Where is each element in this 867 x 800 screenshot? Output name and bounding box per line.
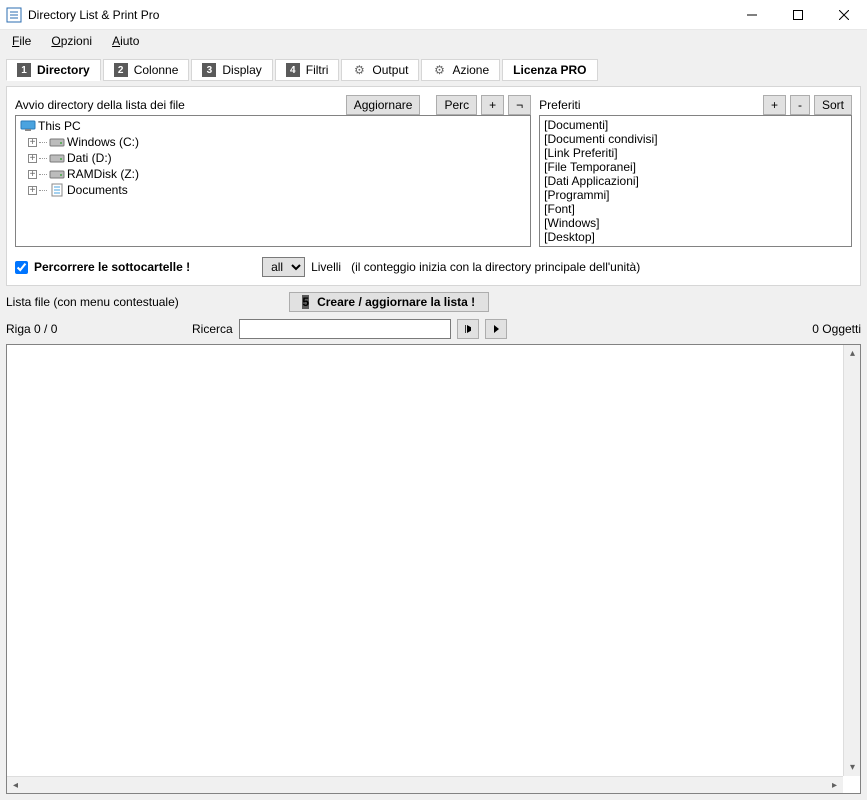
directory-tree[interactable]: This PC +Windows (C:)+Dati (D:)+RAMDisk …: [15, 115, 531, 247]
search-input[interactable]: [239, 319, 451, 339]
scroll-right-icon[interactable]: ▸: [826, 777, 843, 794]
file-list[interactable]: ▴ ▾ ◂ ▸: [6, 344, 861, 794]
tab-strip: 1Directory 2Colonne 3Display 4Filtri ⚙Ou…: [6, 58, 861, 82]
menu-file[interactable]: File: [4, 32, 39, 50]
titlebar: Directory List & Print Pro: [0, 0, 867, 30]
path-button[interactable]: Perc: [436, 95, 477, 115]
list-item[interactable]: [Desktop]: [544, 230, 847, 244]
expand-icon[interactable]: +: [28, 138, 37, 147]
search-label: Ricerca: [192, 322, 233, 336]
tab-display[interactable]: 3Display: [191, 59, 272, 81]
tab-filters[interactable]: 4Filtri: [275, 59, 340, 81]
close-button[interactable]: [821, 0, 867, 30]
gear-icon: ⚙: [352, 63, 366, 77]
favorites-heading: Preferiti: [539, 98, 580, 112]
subfolders-label: Percorrere le sottocartelle !: [34, 260, 190, 274]
document-icon: [49, 183, 65, 197]
search-fast-button[interactable]: [485, 319, 507, 339]
play-icon: [465, 324, 471, 334]
tab-directory[interactable]: 1Directory: [6, 59, 101, 81]
directory-panel: Avvio directory della lista dei file Agg…: [6, 86, 861, 286]
levels-select[interactable]: all: [262, 257, 305, 277]
levels-hint: (il conteggio inizia con la directory pr…: [351, 260, 640, 274]
list-item[interactable]: [Programmi]: [544, 188, 847, 202]
list-item[interactable]: [Documenti condivisi]: [544, 132, 847, 146]
menu-help[interactable]: Aiuto: [104, 32, 147, 50]
fav-sort-button[interactable]: Sort: [814, 95, 852, 115]
list-item[interactable]: [Documenti]: [544, 118, 847, 132]
row-counter: Riga 0 / 0: [6, 322, 186, 336]
refresh-button[interactable]: Aggiornare: [346, 95, 421, 115]
tab-action[interactable]: ⚙Azione: [421, 59, 500, 81]
favorites-list[interactable]: [Documenti][Documenti condivisi][Link Pr…: [539, 115, 852, 247]
minimize-button[interactable]: [729, 0, 775, 30]
list-item[interactable]: [File Temporanei]: [544, 160, 847, 174]
create-list-button[interactable]: 5 Creare / aggiornare la lista !: [289, 292, 489, 312]
list-item[interactable]: [Link Preferiti]: [544, 146, 847, 160]
left-plus-button[interactable]: +: [481, 95, 504, 115]
app-icon: [6, 7, 22, 23]
fav-minus-button[interactable]: -: [790, 95, 810, 115]
levels-label: Livelli: [311, 260, 341, 274]
tab-columns[interactable]: 2Colonne: [103, 59, 190, 81]
vertical-scrollbar[interactable]: ▴ ▾: [843, 345, 860, 776]
drive-icon: [49, 135, 65, 149]
list-label: Lista file (con menu contestuale): [6, 295, 179, 309]
tree-item[interactable]: +Windows (C:): [20, 134, 526, 150]
menubar: File Opzioni Aiuto: [0, 30, 867, 52]
pc-icon: [20, 119, 36, 133]
list-item[interactable]: [Font]: [544, 202, 847, 216]
menu-options[interactable]: Opzioni: [43, 32, 100, 50]
horizontal-scrollbar[interactable]: ◂ ▸: [7, 776, 843, 793]
window-title: Directory List & Print Pro: [28, 8, 729, 22]
left-heading: Avvio directory della lista dei file: [15, 98, 185, 112]
tab-license[interactable]: Licenza PRO: [502, 59, 597, 81]
object-count: 0 Oggetti: [812, 322, 861, 336]
scroll-up-icon[interactable]: ▴: [844, 345, 861, 362]
gear-icon: ⚙: [432, 63, 446, 77]
tree-item[interactable]: +Dati (D:): [20, 150, 526, 166]
tab-output[interactable]: ⚙Output: [341, 59, 419, 81]
subfolders-checkbox[interactable]: [15, 261, 28, 274]
list-item[interactable]: [Dati Applicazioni]: [544, 174, 847, 188]
not-button[interactable]: ¬: [508, 95, 531, 115]
expand-icon[interactable]: +: [28, 170, 37, 179]
expand-icon[interactable]: +: [28, 186, 37, 195]
fast-forward-icon: [493, 324, 499, 334]
scroll-down-icon[interactable]: ▾: [844, 759, 861, 776]
tree-item[interactable]: +RAMDisk (Z:): [20, 166, 526, 182]
drive-icon: [49, 151, 65, 165]
scroll-left-icon[interactable]: ◂: [7, 777, 24, 794]
tree-root[interactable]: This PC: [20, 118, 526, 134]
expand-icon[interactable]: +: [28, 154, 37, 163]
list-item[interactable]: [Windows]: [544, 216, 847, 230]
maximize-button[interactable]: [775, 0, 821, 30]
drive-icon: [49, 167, 65, 181]
search-next-button[interactable]: [457, 319, 479, 339]
tree-item[interactable]: +Documents: [20, 182, 526, 198]
fav-plus-button[interactable]: +: [763, 95, 786, 115]
